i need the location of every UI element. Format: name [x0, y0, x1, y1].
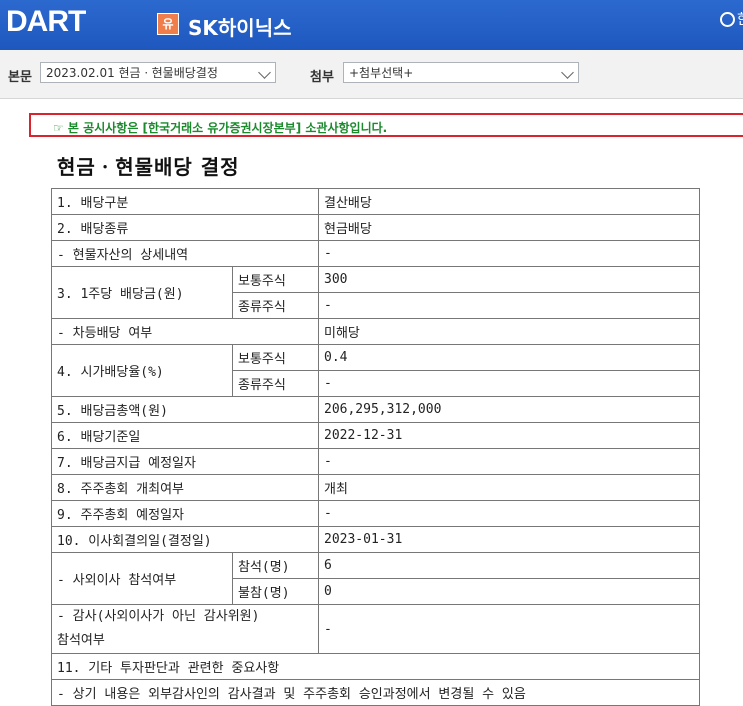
table-row: 4. 시가배당율(%) 보통주식 0.4 — [51, 344, 700, 397]
row-value: 개최 — [318, 474, 700, 501]
table-row: 7. 배당금지급 예정일자 - — [51, 448, 700, 475]
document-selector-bar: 본문 2023.02.01 현금ㆍ현물배당결정 첨부 +첨부선택+ — [0, 50, 743, 99]
table-row: - 상기 내용은 외부감사인의 감사결과 및 주주총회 승인과정에서 변경될 수… — [51, 679, 700, 706]
chevron-down-icon — [258, 66, 271, 79]
row-value: 0 — [318, 578, 700, 605]
row-label: 4. 시가배당율(%) — [51, 344, 233, 397]
table-row: - 사외이사 참석여부 참석(명) 6 — [51, 552, 700, 605]
row-value: - — [318, 370, 700, 397]
row-note: - 상기 내용은 외부감사인의 감사결과 및 주주총회 승인과정에서 변경될 수… — [51, 679, 700, 706]
row-value: 결산배당 — [318, 188, 700, 215]
row-value: 미해당 — [318, 318, 700, 345]
row-label-line: 참석여부 — [57, 633, 105, 648]
row-sublabel: 보통주식 — [232, 266, 319, 293]
row-sublabel: 불참(명) — [232, 578, 319, 605]
notice-box: ☞ 본 공시사항은 [한국거래소 유가증권시장본부] 소관사항입니다. — [29, 113, 743, 137]
table-row: - 차등배당 여부 미해당 — [51, 318, 700, 345]
table-row: 5. 배당금총액(원) 206,295,312,000 — [51, 396, 700, 423]
radio-label[interactable]: 한 — [737, 9, 743, 29]
row-label: 5. 배당금총액(원) — [51, 396, 319, 423]
table-row: 10. 이사회결의일(결정일) 2023-01-31 — [51, 526, 700, 553]
row-value: 2022-12-31 — [318, 422, 700, 449]
table-row: 1. 배당구분 결산배당 — [51, 188, 700, 215]
table-row: 9. 주주총회 예정일자 - — [51, 500, 700, 527]
row-sublabel: 종류주식 — [232, 370, 319, 397]
attachment-select-value: +첨부선택+ — [349, 66, 414, 80]
body-select[interactable]: 2023.02.01 현금ㆍ현물배당결정 — [40, 62, 276, 83]
row-label: - 차등배당 여부 — [51, 318, 319, 345]
radio-button-icon[interactable] — [720, 12, 735, 27]
row-label: 8. 주주총회 개최여부 — [51, 474, 319, 501]
body-label: 본문 — [8, 70, 32, 85]
row-label: 2. 배당종류 — [51, 214, 319, 241]
logo-text: DART — [6, 5, 86, 38]
table-row: 11. 기타 투자판단과 관련한 중요사항 — [51, 653, 700, 680]
table-row: 2. 배당종류 현금배당 — [51, 214, 700, 241]
row-value: - — [318, 240, 700, 267]
dart-logo[interactable]: DART — [6, 5, 86, 39]
row-label: 7. 배당금지급 예정일자 — [51, 448, 319, 475]
row-sublabel: 종류주식 — [232, 292, 319, 319]
table-row: 3. 1주당 배당금(원) 보통주식 300 — [51, 266, 700, 319]
notice-text: ☞ 본 공시사항은 [한국거래소 유가증권시장본부] 소관사항입니다. — [53, 121, 388, 135]
row-value: 현금배당 — [318, 214, 700, 241]
row-value: - — [318, 500, 700, 527]
top-header: DART 유 SK하이닉스 한 — [0, 0, 743, 50]
table-row: - 감사(사외이사가 아닌 감사위원) 참석여부 - — [51, 604, 700, 654]
row-label: 1. 배당구분 — [51, 188, 319, 215]
row-value: - — [318, 604, 700, 654]
row-label: 9. 주주총회 예정일자 — [51, 500, 319, 527]
row-value: - — [318, 292, 700, 319]
attachment-select[interactable]: +첨부선택+ — [343, 62, 579, 83]
row-value: 300 — [318, 266, 700, 293]
row-label: 6. 배당기준일 — [51, 422, 319, 449]
row-value: - — [318, 448, 700, 475]
row-label: - 감사(사외이사가 아닌 감사위원) 참석여부 — [51, 604, 319, 654]
row-label: 11. 기타 투자판단과 관련한 중요사항 — [51, 653, 700, 680]
row-label: 3. 1주당 배당금(원) — [51, 266, 233, 319]
row-value: 2023-01-31 — [318, 526, 700, 553]
row-sublabel: 참석(명) — [232, 552, 319, 579]
market-badge: 유 — [157, 13, 179, 35]
row-label: - 사외이사 참석여부 — [51, 552, 233, 605]
page-title: 현금ㆍ현물배당 결정 — [57, 155, 240, 179]
row-value: 6 — [318, 552, 700, 579]
document-body: ☞ 본 공시사항은 [한국거래소 유가증권시장본부] 소관사항입니다. 현금ㆍ현… — [0, 99, 743, 706]
chevron-down-icon — [561, 66, 574, 79]
body-select-value: 2023.02.01 현금ㆍ현물배당결정 — [46, 66, 218, 80]
row-sublabel: 보통주식 — [232, 344, 319, 371]
row-label: - 현물자산의 상세내역 — [51, 240, 319, 267]
table-row: 6. 배당기준일 2022-12-31 — [51, 422, 700, 449]
table-row: - 현물자산의 상세내역 - — [51, 240, 700, 267]
row-label: 10. 이사회결의일(결정일) — [51, 526, 319, 553]
row-value: 0.4 — [318, 344, 700, 371]
disclosure-table: 1. 배당구분 결산배당 2. 배당종류 현금배당 - 현물자산의 상세내역 -… — [51, 188, 700, 706]
table-row: 8. 주주총회 개최여부 개최 — [51, 474, 700, 501]
attachment-label: 첨부 — [310, 70, 334, 85]
company-name: SK하이닉스 — [188, 16, 292, 40]
row-value: 206,295,312,000 — [318, 396, 700, 423]
row-label-line: - 감사(사외이사가 아닌 감사위원) — [57, 609, 260, 624]
